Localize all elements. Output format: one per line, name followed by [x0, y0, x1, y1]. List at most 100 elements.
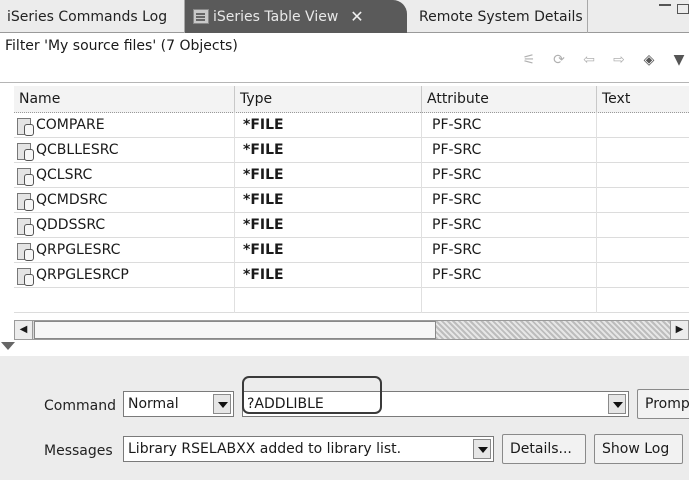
table-row[interactable]: QCLSRC *FILE PF-SRC [14, 163, 689, 188]
text-cell [597, 238, 689, 263]
type-cell: *FILE [235, 213, 422, 238]
messages-label: Messages [44, 443, 113, 459]
source-file-icon [16, 142, 34, 161]
column-header-text[interactable]: Text [597, 86, 689, 113]
filter-bar: Filter 'My source files' (7 Objects) ⚟ ⟳… [0, 33, 689, 83]
filter-label: Filter 'My source files' (7 Objects) [5, 38, 238, 54]
table-row[interactable]: COMPARE *FILE PF-SRC [14, 113, 689, 138]
table-row[interactable]: QDDSSRC *FILE PF-SRC [14, 213, 689, 238]
table-row[interactable]: QCBLLESRC *FILE PF-SRC [14, 138, 689, 163]
type-cell: *FILE [235, 263, 422, 288]
object-name: QDDSSRC [36, 217, 106, 233]
source-file-icon [16, 217, 34, 236]
collapse-triangle-icon[interactable] [1, 342, 15, 350]
attribute-cell: PF-SRC [422, 188, 597, 213]
table-header: Name Type Attribute Text [14, 86, 689, 113]
name-cell: QCMDSRC [14, 188, 235, 213]
name-cell: COMPARE [14, 113, 235, 138]
details-button[interactable]: Details... [502, 434, 586, 464]
object-name: COMPARE [36, 117, 105, 133]
attribute-cell: PF-SRC [422, 163, 597, 188]
type-cell: *FILE [235, 113, 422, 138]
source-file-icon [16, 267, 34, 286]
text-cell [597, 113, 689, 138]
object-name: QCLSRC [36, 167, 93, 183]
source-file-icon [16, 117, 34, 136]
type-cell: *FILE [235, 238, 422, 263]
maximize-icon[interactable] [677, 4, 689, 14]
name-cell: QRPGLESRCP [14, 263, 235, 288]
command-mode-value: Normal [128, 396, 179, 412]
column-header-attribute[interactable]: Attribute [422, 86, 597, 113]
text-cell [597, 288, 689, 313]
table-row[interactable]: QRPGLESRCP *FILE PF-SRC [14, 263, 689, 288]
attribute-cell: PF-SRC [422, 213, 597, 238]
tab-commands-log[interactable]: iSeries Commands Log [0, 0, 185, 33]
chevron-down-icon[interactable] [473, 439, 491, 459]
object-name: QCMDSRC [36, 192, 108, 208]
horizontal-scrollbar[interactable]: ◀ ▶ [14, 320, 689, 340]
attribute-cell: PF-SRC [422, 263, 597, 288]
tab-remote-system-details[interactable]: Remote System Details [407, 0, 588, 33]
dropdown-menu-icon[interactable]: ▼ [671, 53, 687, 67]
view-tab-bar: iSeries Commands Log iSeries Table View … [0, 0, 689, 33]
filter-icon[interactable]: ⚟ [521, 53, 537, 67]
attribute-cell: PF-SRC [422, 238, 597, 263]
name-cell [14, 288, 235, 313]
scroll-left-icon[interactable]: ◀ [15, 321, 33, 339]
object-name: QRPGLESRC [36, 242, 121, 258]
source-file-icon [16, 167, 34, 186]
messages-value: Library RSELABXX added to library list. [128, 441, 402, 457]
table-row-empty [14, 288, 689, 313]
forward-icon[interactable]: ⇨ [611, 53, 627, 67]
column-header-name[interactable]: Name [14, 86, 235, 113]
back-icon[interactable]: ⇦ [581, 53, 597, 67]
object-name: QRPGLESRCP [36, 267, 129, 283]
view-toolbar: ⚟ ⟳ ⇦ ⇨ ◈ ▼ [521, 53, 687, 67]
window-controls [659, 4, 689, 14]
table-row[interactable]: QCMDSRC *FILE PF-SRC [14, 188, 689, 213]
source-file-icon [16, 192, 34, 211]
messages-select[interactable]: Library RSELABXX added to library list. [123, 436, 494, 462]
name-cell: QDDSSRC [14, 213, 235, 238]
minimize-icon[interactable] [659, 4, 671, 13]
text-cell [597, 263, 689, 288]
name-cell: QCBLLESRC [14, 138, 235, 163]
type-cell: *FILE [235, 188, 422, 213]
table-view-icon [193, 9, 209, 24]
column-header-type[interactable]: Type [235, 86, 422, 113]
tab-label: Remote System Details [419, 8, 583, 25]
scrollbar-track[interactable] [436, 321, 670, 339]
scrollbar-thumb[interactable] [34, 321, 436, 339]
object-name: QCBLLESRC [36, 142, 119, 158]
command-input-value: ?ADDLIBLE [247, 396, 324, 412]
close-icon[interactable]: ✕ [350, 7, 363, 26]
text-cell [597, 138, 689, 163]
prompt-button[interactable]: Prompt [637, 389, 689, 419]
refresh-icon[interactable]: ⟳ [551, 53, 567, 67]
command-input[interactable]: ?ADDLIBLE [242, 391, 629, 417]
type-cell [235, 288, 422, 313]
text-cell [597, 213, 689, 238]
name-cell: QCLSRC [14, 163, 235, 188]
chevron-down-icon[interactable] [608, 394, 626, 414]
tab-table-view[interactable]: iSeries Table View ✕ [185, 0, 407, 33]
text-cell [597, 163, 689, 188]
tab-label: iSeries Table View [213, 8, 339, 25]
name-cell: QRPGLESRC [14, 238, 235, 263]
type-cell: *FILE [235, 163, 422, 188]
table-row[interactable]: QRPGLESRC *FILE PF-SRC [14, 238, 689, 263]
type-cell: *FILE [235, 138, 422, 163]
chevron-down-icon[interactable] [213, 394, 231, 414]
attribute-cell [422, 288, 597, 313]
attribute-cell: PF-SRC [422, 113, 597, 138]
tab-label: iSeries Commands Log [7, 8, 168, 25]
scroll-right-icon[interactable]: ▶ [670, 321, 688, 339]
command-label: Command [44, 398, 116, 414]
show-log-button[interactable]: Show Log [594, 434, 683, 464]
text-cell [597, 188, 689, 213]
attribute-cell: PF-SRC [422, 138, 597, 163]
view-menu-icon[interactable]: ◈ [641, 53, 657, 67]
command-mode-select[interactable]: Normal [123, 391, 234, 417]
source-file-icon [16, 242, 34, 261]
